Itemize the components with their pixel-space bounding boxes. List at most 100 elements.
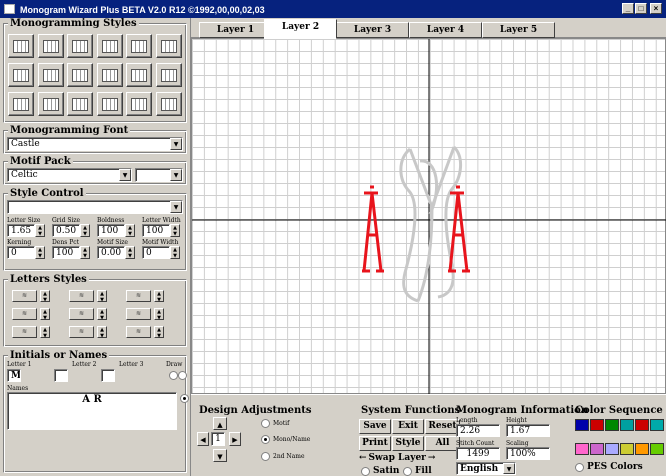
style-control-select[interactable]: ▼ xyxy=(7,200,183,214)
exit-button[interactable]: Exit xyxy=(392,419,424,434)
spinner-button[interactable]: ▲ ▼ xyxy=(97,290,107,303)
letter-style-button[interactable]: ≋ xyxy=(126,290,151,302)
grid-size-input[interactable]: 0.50 xyxy=(52,224,80,237)
style-thumbnail-button[interactable] xyxy=(67,92,93,116)
color-swatch[interactable] xyxy=(620,443,634,455)
tab-layer-5[interactable]: Layer 5 xyxy=(482,22,555,38)
style-thumbnail-button[interactable] xyxy=(126,34,152,58)
letter-style-button[interactable]: ≋ xyxy=(69,290,94,302)
style-thumbnail-button[interactable] xyxy=(37,92,64,116)
reset-button[interactable]: Reset xyxy=(425,419,460,434)
kerning-input[interactable]: 0 xyxy=(7,246,35,259)
close-button[interactable]: × xyxy=(650,3,662,14)
style-thumbnail-button[interactable] xyxy=(126,63,152,87)
spinner-button[interactable]: ▲ ▼ xyxy=(154,308,164,321)
arrow-right-icon[interactable]: → xyxy=(428,453,436,463)
style-button[interactable]: Style xyxy=(392,436,424,451)
style-thumbnail-button[interactable] xyxy=(37,34,64,58)
spinner-button[interactable]: ▲ ▼ xyxy=(80,224,90,237)
spinner-button[interactable]: ▲ ▼ xyxy=(170,246,180,259)
letter-style-button[interactable]: ≋ xyxy=(12,308,37,320)
spinner-button[interactable]: ▲ ▼ xyxy=(154,290,164,303)
style-thumbnail-button[interactable] xyxy=(96,34,123,58)
maximize-button[interactable]: □ xyxy=(635,3,647,14)
letter-style-button[interactable]: ≋ xyxy=(12,326,37,338)
spinner-button[interactable]: ▲ ▼ xyxy=(40,308,50,321)
letter-size-input[interactable]: 1.65 xyxy=(7,224,35,237)
style-thumbnail-button[interactable] xyxy=(8,34,34,58)
design-canvas[interactable] xyxy=(191,38,666,395)
fill-radio[interactable] xyxy=(403,467,412,476)
arrow-left-button[interactable]: ◀ xyxy=(197,432,209,446)
swap-layer-control[interactable]: ← Swap Layer → xyxy=(359,453,435,463)
color-swatch[interactable] xyxy=(590,419,604,431)
color-swatch[interactable] xyxy=(605,419,619,431)
style-thumbnail-button[interactable] xyxy=(155,34,182,58)
letter-style-button[interactable]: ≋ xyxy=(12,290,37,302)
style-thumbnail-button[interactable] xyxy=(8,92,34,116)
letter-style-button[interactable]: ≋ xyxy=(126,326,151,338)
letter-width-input[interactable]: 100 xyxy=(142,224,170,237)
spinner-button[interactable]: ▲ ▼ xyxy=(154,326,164,339)
letter1-input[interactable]: M xyxy=(7,369,21,382)
style-thumbnail-button[interactable] xyxy=(155,92,182,116)
spinner-button[interactable]: ▲ ▼ xyxy=(35,224,45,237)
color-swatch[interactable] xyxy=(650,419,664,431)
motif-size-input[interactable]: 0.00 xyxy=(97,246,125,259)
color-swatch[interactable] xyxy=(605,443,619,455)
tab-layer-1[interactable]: Layer 1 xyxy=(199,22,272,38)
minimize-button[interactable]: _ xyxy=(622,3,634,14)
chevron-down-icon[interactable]: ▼ xyxy=(170,169,182,181)
motif-radio[interactable] xyxy=(261,419,270,428)
print-button[interactable]: Print xyxy=(359,436,391,451)
spinner-button[interactable]: ▲ ▼ xyxy=(40,326,50,339)
dens-pct-input[interactable]: 100 xyxy=(52,246,80,259)
spinner-button[interactable]: ▲ ▼ xyxy=(125,246,135,259)
style-thumbnail-button[interactable] xyxy=(8,63,34,87)
satin-radio[interactable] xyxy=(361,467,370,476)
style-thumbnail-button[interactable] xyxy=(37,63,64,87)
save-button[interactable]: Save xyxy=(359,419,391,434)
color-swatch[interactable] xyxy=(575,443,589,455)
style-thumbnail-button[interactable] xyxy=(67,34,93,58)
spinner-button[interactable]: ▲ ▼ xyxy=(35,246,45,259)
arrow-right-button[interactable]: ▶ xyxy=(229,432,241,446)
names-radio[interactable] xyxy=(180,394,189,403)
motif-select-2[interactable]: ▼ xyxy=(135,168,183,182)
chevron-down-icon[interactable]: ▼ xyxy=(170,138,182,150)
mono-name-radio[interactable] xyxy=(261,435,270,444)
arrow-down-button[interactable]: ▼ xyxy=(213,449,227,462)
style-thumbnail-button[interactable] xyxy=(155,63,182,87)
adjust-stepper-value[interactable]: 1 xyxy=(211,432,225,446)
draw-radio[interactable] xyxy=(169,371,178,380)
names-input[interactable]: A R xyxy=(7,392,177,430)
color-swatch[interactable] xyxy=(575,419,589,431)
style-thumbnail-button[interactable] xyxy=(96,92,123,116)
spinner-button[interactable]: ▲ ▼ xyxy=(170,224,180,237)
arrow-left-icon[interactable]: ← xyxy=(359,453,367,463)
language-select[interactable]: English ▼ xyxy=(456,462,516,475)
chevron-down-icon[interactable]: ▼ xyxy=(170,201,182,213)
tab-layer-3[interactable]: Layer 3 xyxy=(336,22,409,38)
style-thumbnail-button[interactable] xyxy=(67,63,93,87)
pes-colors-radio[interactable] xyxy=(575,463,584,472)
chevron-down-icon[interactable]: ▼ xyxy=(503,463,515,474)
font-select[interactable]: Castle ▼ xyxy=(7,137,183,151)
style-thumbnail-button[interactable] xyxy=(126,92,152,116)
tab-layer-4[interactable]: Layer 4 xyxy=(409,22,482,38)
color-swatch[interactable] xyxy=(650,443,664,455)
letter-style-button[interactable]: ≋ xyxy=(69,326,94,338)
spinner-button[interactable]: ▲ ▼ xyxy=(97,326,107,339)
color-swatch[interactable] xyxy=(635,419,649,431)
second-name-radio[interactable] xyxy=(261,452,270,461)
spinner-button[interactable]: ▲ ▼ xyxy=(97,308,107,321)
style-thumbnail-button[interactable] xyxy=(96,63,123,87)
letter2-input[interactable] xyxy=(54,369,68,382)
scaling-input[interactable]: 100% xyxy=(506,447,550,460)
letter-style-button[interactable]: ≋ xyxy=(126,308,151,320)
draw-radio-2[interactable] xyxy=(178,371,187,380)
tab-layer-2[interactable]: Layer 2 xyxy=(264,19,337,39)
color-swatch[interactable] xyxy=(620,419,634,431)
color-swatch[interactable] xyxy=(635,443,649,455)
spinner-button[interactable]: ▲ ▼ xyxy=(125,224,135,237)
